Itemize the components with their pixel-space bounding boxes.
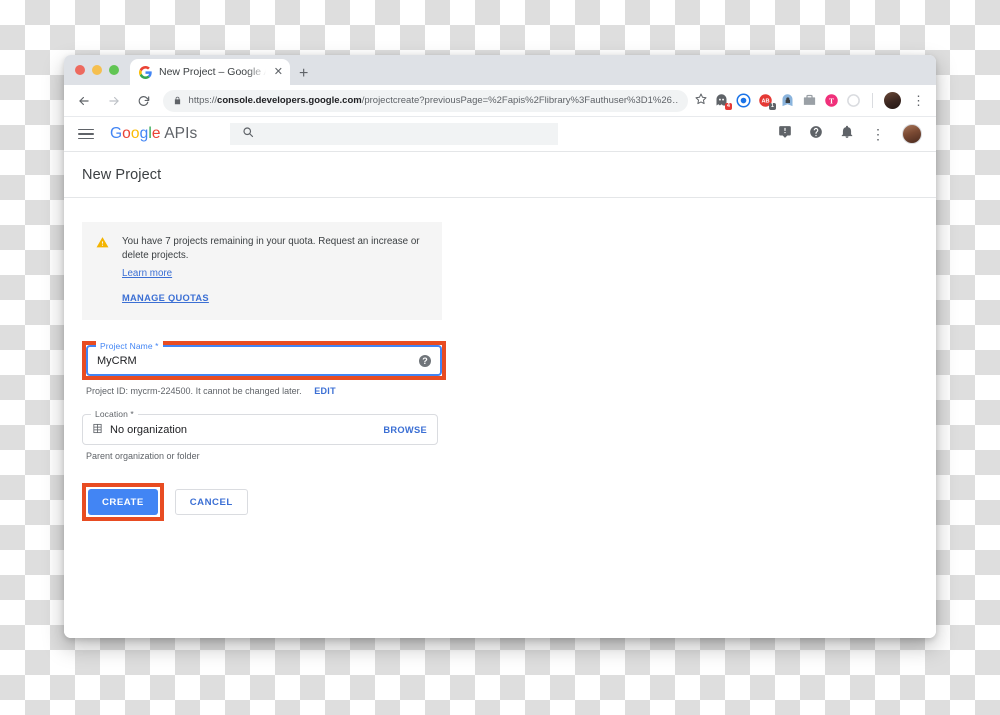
blue-circle-extension-icon[interactable] bbox=[736, 93, 751, 108]
help-icon[interactable] bbox=[809, 125, 823, 144]
manage-quotas-link[interactable]: MANAGE QUOTAS bbox=[122, 293, 209, 303]
app-header-bar: Google APIs ⋮ bbox=[64, 117, 936, 152]
logo-letter: o bbox=[130, 125, 140, 142]
svg-text:T: T bbox=[829, 96, 834, 105]
location-value-wrap: No organization bbox=[92, 423, 187, 437]
toolbox-extension-icon[interactable] bbox=[802, 93, 817, 108]
organization-building-icon bbox=[92, 423, 103, 437]
maximize-window-button[interactable] bbox=[109, 65, 119, 75]
browser-window: New Project – Google API Cons ✕ + https:… bbox=[64, 55, 936, 638]
new-tab-button[interactable]: + bbox=[299, 66, 308, 82]
project-name-highlight-box: Project Name * MyCRM ? bbox=[82, 341, 446, 381]
location-value: No organization bbox=[110, 423, 188, 436]
close-window-button[interactable] bbox=[75, 65, 85, 75]
logo-letter: e bbox=[151, 125, 161, 142]
window-traffic-lights bbox=[73, 55, 130, 85]
search-icon bbox=[242, 125, 254, 143]
project-name-input[interactable]: Project Name * MyCRM ? bbox=[86, 341, 442, 377]
edit-project-id-link[interactable]: EDIT bbox=[314, 386, 336, 396]
ghostery-extension-icon[interactable]: 4 bbox=[713, 93, 732, 110]
quota-notice-text: You have 7 projects remaining in your qu… bbox=[122, 236, 420, 262]
hamburger-menu-icon[interactable] bbox=[78, 128, 94, 140]
project-name-value: MyCRM bbox=[97, 354, 137, 367]
account-avatar[interactable] bbox=[902, 124, 922, 144]
logo-suffix: APIs bbox=[160, 125, 198, 142]
page-content: You have 7 projects remaining in your qu… bbox=[64, 198, 936, 522]
extension-badge-count: 1 bbox=[768, 102, 776, 110]
app-search-box[interactable] bbox=[230, 123, 559, 145]
browser-profile-avatar[interactable] bbox=[883, 92, 901, 109]
project-id-hint: Project ID: mycrm-224500. It cannot be c… bbox=[82, 386, 936, 396]
help-circle-icon[interactable]: ? bbox=[419, 354, 431, 367]
browser-tab-active[interactable]: New Project – Google API Cons ✕ bbox=[130, 59, 290, 85]
url-path: /projectcreate?previousPage=%2Fapis%2Fli… bbox=[361, 95, 678, 106]
gray-ring-extension-icon[interactable] bbox=[846, 93, 861, 108]
project-id-suffix: It cannot be changed later. bbox=[195, 386, 302, 397]
create-button-highlight-box: CREATE bbox=[82, 483, 164, 522]
learn-more-link[interactable]: Learn more bbox=[122, 268, 172, 279]
back-button[interactable] bbox=[73, 90, 95, 112]
form-actions: CREATE CANCEL bbox=[82, 483, 936, 522]
browser-menu-button[interactable]: ⋮ bbox=[910, 94, 927, 107]
google-apis-logo[interactable]: Google APIs bbox=[110, 125, 197, 143]
url-host: console.developers.google.com bbox=[217, 95, 362, 106]
project-name-field-group: Project Name * MyCRM ? Project ID: mycrm… bbox=[82, 341, 936, 396]
browse-location-button[interactable]: BROWSE bbox=[383, 425, 427, 435]
url-scheme: https:// bbox=[188, 95, 218, 106]
padlock-icon bbox=[173, 92, 182, 110]
browser-toolbar: https://console.developers.google.com/pr… bbox=[64, 85, 936, 117]
app-header-actions: ⋮ bbox=[778, 124, 922, 144]
logo-letter: o bbox=[122, 125, 131, 142]
warning-triangle-icon bbox=[96, 236, 109, 306]
project-name-label: Project Name * bbox=[96, 341, 163, 352]
address-bar[interactable]: https://console.developers.google.com/pr… bbox=[162, 89, 688, 112]
logo-letter: G bbox=[110, 125, 123, 142]
notifications-bell-icon[interactable] bbox=[840, 125, 854, 144]
cancel-button[interactable]: CANCEL bbox=[174, 489, 248, 516]
bookmark-star-icon[interactable] bbox=[695, 92, 707, 110]
location-hint: Parent organization or folder bbox=[86, 451, 200, 462]
url-text: https://console.developers.google.com/pr… bbox=[189, 95, 678, 106]
create-button[interactable]: CREATE bbox=[88, 489, 158, 516]
adblock-extension-icon[interactable]: AB 1 bbox=[758, 93, 776, 110]
reload-button[interactable] bbox=[133, 90, 155, 112]
google-g-favicon bbox=[139, 65, 152, 79]
forward-button[interactable] bbox=[103, 90, 125, 112]
browser-tab-title: New Project – Google API Cons bbox=[159, 66, 266, 78]
minimize-window-button[interactable] bbox=[92, 65, 102, 75]
project-id-value: mycrm-224500. bbox=[130, 386, 194, 397]
location-label: Location * bbox=[91, 409, 138, 420]
project-id-prefix: Project ID: bbox=[86, 386, 129, 397]
location-input[interactable]: Location * No organization BROWSE bbox=[82, 409, 438, 446]
extension-tray: 4 AB 1 T ⋮ bbox=[713, 92, 927, 110]
page-container: New Project You have 7 projects remainin… bbox=[64, 152, 936, 638]
page-title: New Project bbox=[82, 167, 162, 183]
browser-tab-strip: New Project – Google API Cons ✕ + bbox=[64, 55, 936, 85]
pink-t-extension-icon[interactable]: T bbox=[824, 93, 839, 108]
quota-notice: You have 7 projects remaining in your qu… bbox=[82, 222, 442, 321]
close-tab-button[interactable]: ✕ bbox=[273, 65, 284, 80]
privacy-lock-extension-icon[interactable] bbox=[780, 93, 795, 108]
extension-badge-count: 4 bbox=[724, 102, 732, 110]
feedback-icon[interactable] bbox=[778, 125, 792, 144]
toolbar-divider bbox=[871, 93, 873, 108]
more-options-icon[interactable]: ⋮ bbox=[871, 127, 885, 141]
location-field-group: Location * No organization BROWSE Parent… bbox=[82, 409, 936, 462]
